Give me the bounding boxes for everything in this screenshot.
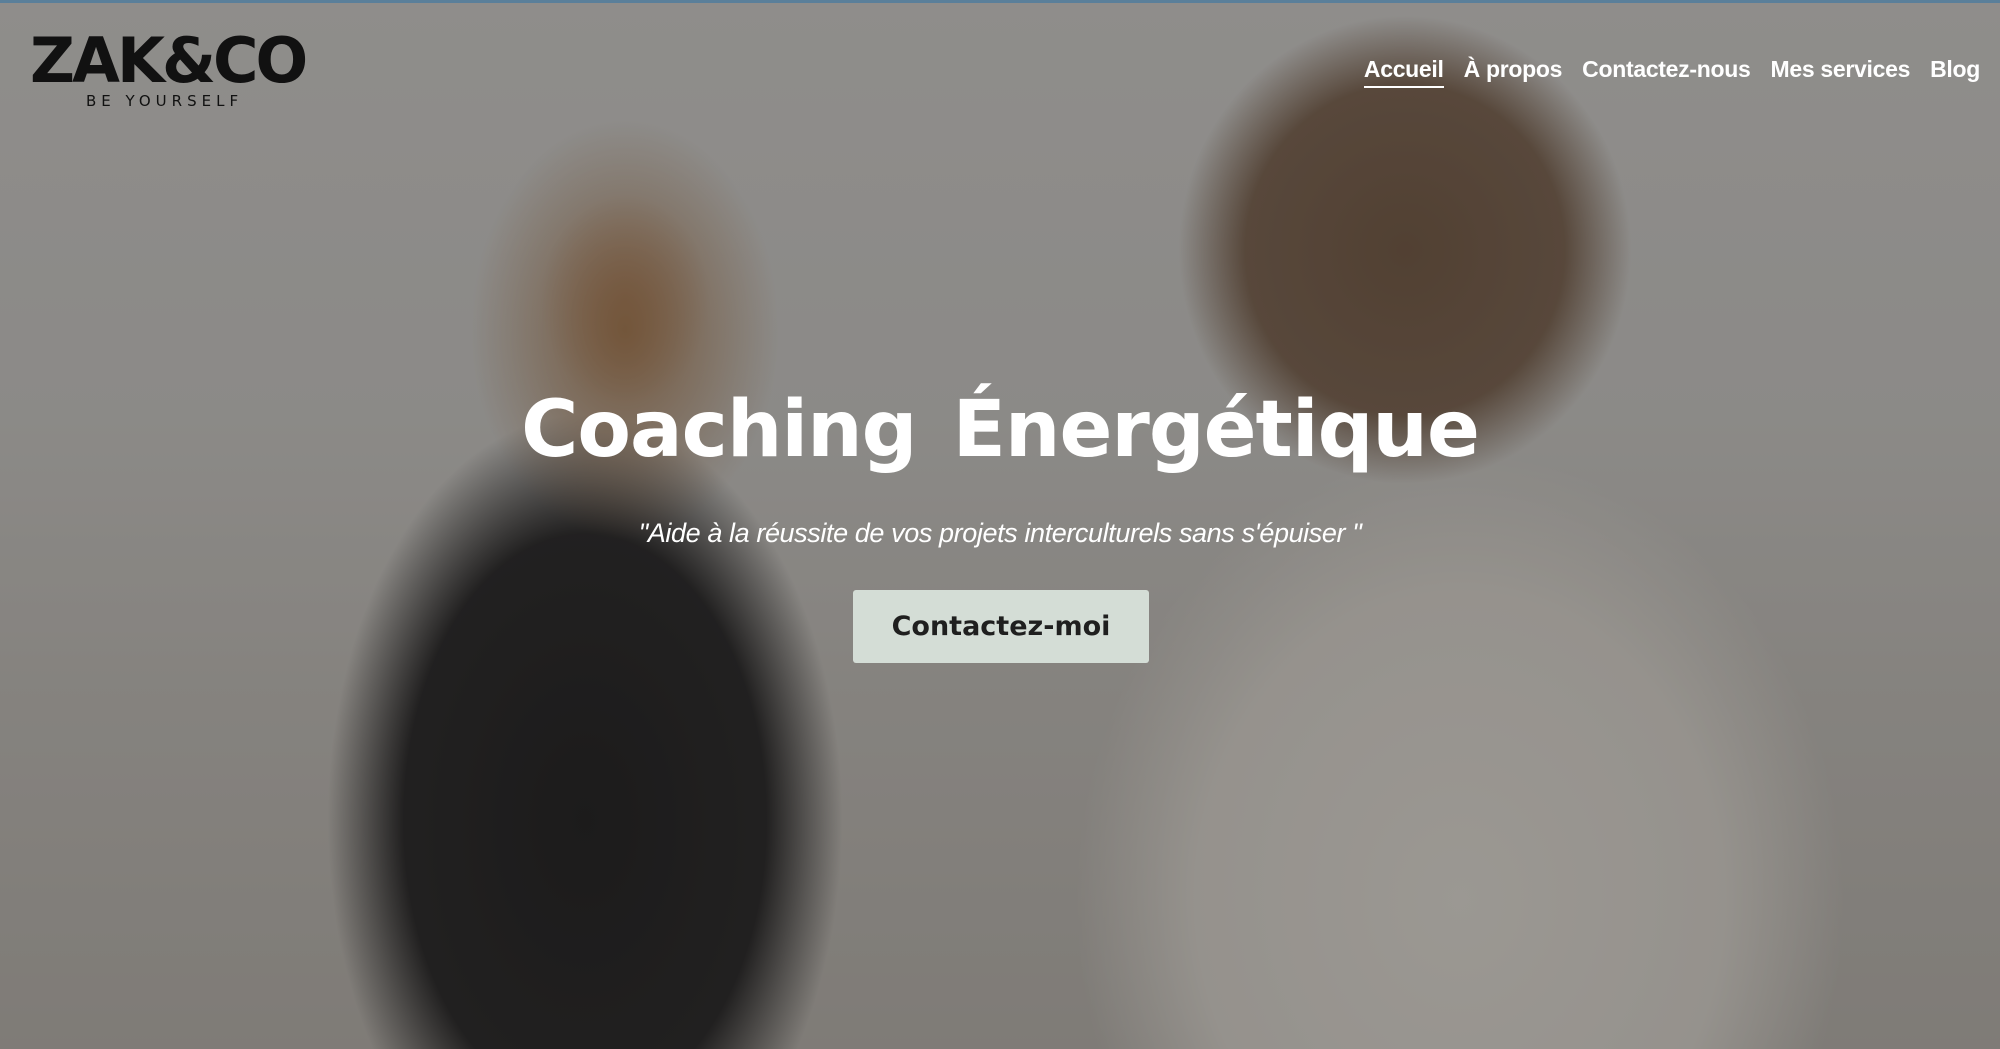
nav-item-blog[interactable]: Blog bbox=[1930, 56, 1980, 88]
nav-item-mes-services[interactable]: Mes services bbox=[1770, 56, 1910, 88]
nav-item-a-propos[interactable]: À propos bbox=[1464, 56, 1563, 88]
top-accent-line bbox=[0, 0, 2000, 3]
hero-subtitle: "Aide à la réussite de vos projets inter… bbox=[638, 518, 1362, 548]
logo-wordmark: ZAK&CO bbox=[30, 24, 308, 97]
logo-tagline: BE YOURSELF bbox=[86, 92, 244, 110]
nav-item-accueil[interactable]: Accueil bbox=[1363, 56, 1444, 88]
main-navigation: Accueil À propos Contactez-nous Mes serv… bbox=[1363, 56, 1980, 88]
site-logo[interactable]: ZAK&CO BE YOURSELF bbox=[30, 30, 308, 120]
hero-title: Coaching Énergétique bbox=[521, 385, 1480, 475]
contact-me-button[interactable]: Contactez-moi bbox=[853, 590, 1149, 663]
nav-item-contactez-nous[interactable]: Contactez-nous bbox=[1582, 56, 1751, 88]
